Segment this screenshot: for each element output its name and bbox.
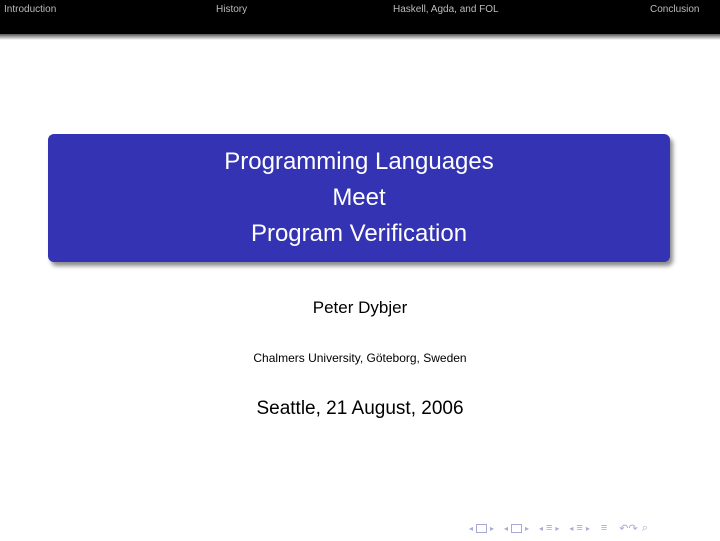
section-icon[interactable]: ≡ [546, 522, 552, 534]
nav-section-conclusion[interactable]: Conclusion [650, 4, 699, 15]
title-line-2: Meet [332, 184, 386, 211]
document-prev-icon[interactable]: ◂ [568, 524, 574, 533]
headline-bar: Introduction History Haskell, Agda, and … [0, 0, 720, 34]
search-icon[interactable]: ⌕ [642, 522, 648, 535]
frame-icon[interactable] [476, 523, 487, 533]
navigation-symbols: ◂ ▸ ◂ ▸ ◂ ≡ ▸ ◂ ≡ ▸ ≡ ↶↷ ⌕ [468, 521, 650, 535]
nav-section-history[interactable]: History [216, 4, 247, 15]
section-next-icon[interactable]: ▸ [554, 524, 560, 533]
document-icon[interactable]: ≡ [576, 522, 582, 534]
frame-next-icon[interactable]: ▸ [489, 524, 495, 533]
subsection-prev-icon[interactable]: ◂ [503, 524, 509, 533]
appendix-icon[interactable]: ≡ [601, 522, 607, 534]
date: Seattle, 21 August, 2006 [256, 398, 464, 419]
subsection-next-icon[interactable]: ▸ [524, 524, 530, 533]
title-line-3: Program Verification [250, 220, 468, 247]
author: Peter Dybjer [312, 298, 408, 317]
nav-section-haskell-agda-fol[interactable]: Haskell, Agda, and FOL [393, 4, 499, 15]
headline-shadow [0, 34, 720, 40]
back-forward-icon[interactable]: ↶↷ [619, 522, 637, 535]
title-line-1: Programming Languages [224, 148, 494, 175]
subsection-icon[interactable] [511, 523, 522, 533]
frame-prev-icon[interactable]: ◂ [468, 524, 474, 533]
document-next-icon[interactable]: ▸ [585, 524, 591, 533]
institute: Chalmers University, Göteborg, Sweden [253, 351, 467, 365]
section-prev-icon[interactable]: ◂ [538, 524, 544, 533]
title-box: Programming Languages Meet Program Verif… [48, 134, 670, 262]
nav-section-introduction[interactable]: Introduction [4, 4, 56, 15]
